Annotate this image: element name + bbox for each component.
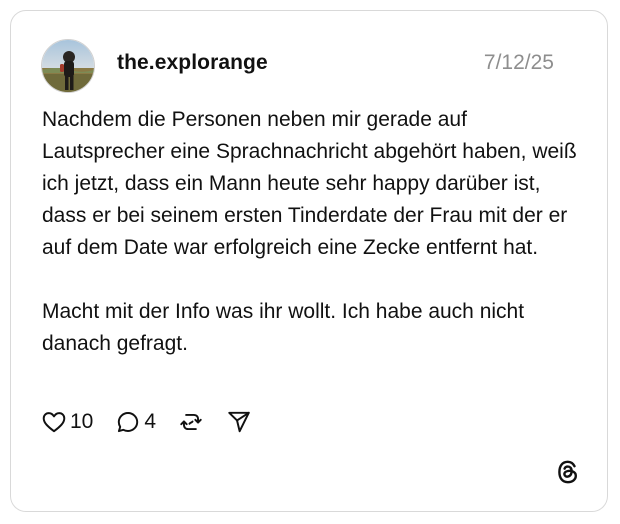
avatar[interactable]: [41, 39, 95, 93]
repost-button[interactable]: [178, 409, 204, 435]
heart-icon: [41, 409, 67, 435]
post-paragraph-1: Nachdem die Personen neben mir gerade au…: [42, 108, 577, 259]
reply-count: 4: [144, 410, 157, 433]
post-paragraph-2: Macht mit der Info was ihr wollt. Ich ha…: [42, 300, 525, 355]
post-date: 7/12/25: [483, 51, 554, 74]
username[interactable]: the.explorange: [117, 51, 268, 75]
post-card: the.explorange 7/12/25 Nachdem die Perso…: [10, 10, 608, 512]
post-body: Nachdem die Personen neben mir gerade au…: [42, 104, 582, 360]
like-button[interactable]: 10: [41, 409, 93, 435]
repost-icon: [178, 409, 204, 435]
speech-bubble-icon: [115, 409, 141, 435]
paper-plane-icon: [226, 409, 252, 435]
like-count: 10: [70, 410, 94, 433]
reply-button[interactable]: 4: [115, 409, 156, 435]
action-bar: 10 4: [41, 407, 252, 437]
share-button[interactable]: [226, 409, 252, 435]
threads-logo-icon[interactable]: [555, 459, 581, 485]
